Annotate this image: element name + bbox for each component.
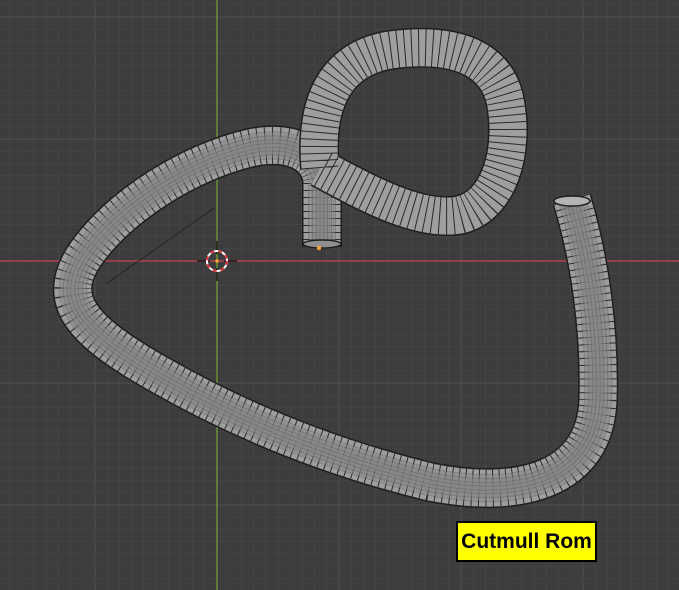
viewport-canvas[interactable]	[0, 0, 679, 590]
3d-viewport[interactable]: Cutmull Rom	[0, 0, 679, 590]
tube-end-cap-bottom	[302, 239, 342, 249]
tube-end-cap-top	[553, 195, 591, 207]
curve-tube-object[interactable]	[52, 27, 619, 509]
curve-type-label: Cutmull Rom	[456, 521, 597, 562]
object-origin-icon[interactable]	[316, 245, 322, 251]
3d-cursor-icon[interactable]	[197, 241, 237, 281]
